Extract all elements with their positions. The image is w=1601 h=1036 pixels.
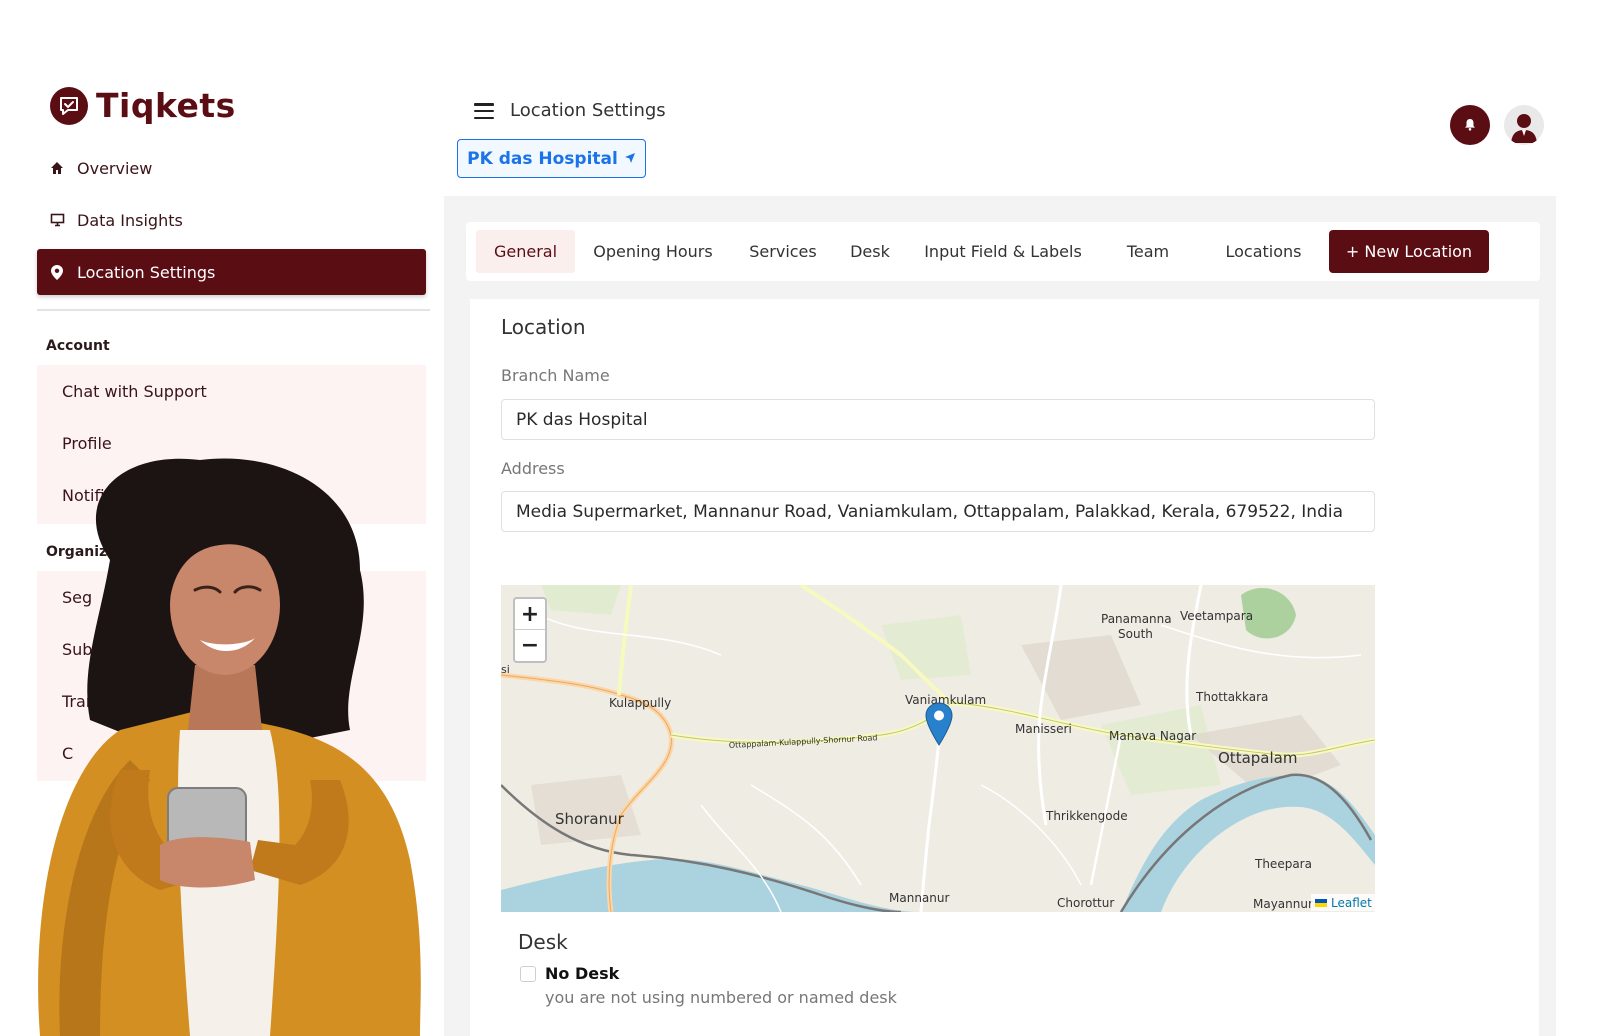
tab-services[interactable]: Services (738, 230, 828, 273)
branch-name-input[interactable] (501, 399, 1375, 440)
map-tiles: PanamannaSouth Veetampara Kulappully Van… (501, 585, 1375, 912)
location-selector-button[interactable]: PK das Hospital (457, 139, 646, 178)
user-avatar[interactable] (1504, 105, 1544, 145)
svg-text:Mayannur: Mayannur (1253, 897, 1313, 911)
app-name: Tiqkets (96, 86, 236, 125)
address-label: Address (501, 459, 565, 478)
sidebar-item-data-insights[interactable]: Data Insights (37, 197, 426, 243)
sidebar-item-location-settings[interactable]: Location Settings (37, 249, 426, 295)
svg-text:Veetampara: Veetampara (1180, 609, 1253, 623)
zoom-in-button[interactable]: + (515, 599, 545, 630)
zoom-out-button[interactable]: − (515, 630, 545, 661)
map-pin-icon (47, 262, 67, 282)
sidebar-item-label: Data Insights (77, 210, 183, 230)
svg-text:South: South (1118, 627, 1153, 641)
address-input[interactable] (501, 491, 1375, 532)
tab-input-field-labels[interactable]: Input Field & Labels (912, 230, 1094, 273)
svg-text:Manisseri: Manisseri (1015, 722, 1072, 736)
woman-with-phone-illustration (38, 458, 421, 1036)
tab-general[interactable]: General (476, 230, 575, 273)
home-icon (47, 158, 67, 178)
location-selector-label: PK das Hospital (467, 148, 618, 169)
monitor-icon (47, 210, 67, 230)
no-desk-label[interactable]: No Desk (545, 964, 619, 983)
new-location-button[interactable]: + New Location (1329, 230, 1489, 273)
svg-text:Panamanna: Panamanna (1101, 612, 1172, 626)
location-section-title: Location (501, 315, 586, 339)
tab-opening-hours[interactable]: Opening Hours (585, 230, 721, 273)
svg-text:Manava Nagar: Manava Nagar (1109, 729, 1196, 743)
chat-ticket-icon (50, 86, 88, 125)
map-marker-icon[interactable] (925, 702, 953, 746)
svg-text:Shoranur: Shoranur (555, 810, 625, 828)
notifications-bell-button[interactable] (1450, 105, 1490, 145)
location-map[interactable]: Panamanna South Veetampara Kulappully Van… (501, 585, 1375, 912)
leaflet-link[interactable]: Leaflet (1331, 896, 1372, 910)
ukraine-flag-icon (1315, 898, 1327, 907)
map-zoom-control: + − (513, 597, 547, 663)
user-silhouette-icon (1511, 114, 1537, 143)
sidebar-item-overview[interactable]: Overview (37, 145, 426, 191)
svg-text:Chorottur: Chorottur (1057, 896, 1114, 910)
bell-icon (1464, 116, 1476, 135)
tab-locations[interactable]: Locations (1212, 230, 1315, 273)
menu-toggle-icon[interactable] (474, 103, 494, 119)
branch-name-label: Branch Name (501, 366, 610, 385)
app-logo[interactable]: Tiqkets (50, 86, 236, 125)
sidebar-item-label: Location Settings (77, 262, 216, 282)
svg-text:Thottakkara: Thottakkara (1195, 690, 1268, 704)
sidebar-item-chat-support[interactable]: Chat with Support (37, 365, 426, 417)
tab-team[interactable]: Team (1112, 230, 1184, 273)
desk-section-title: Desk (518, 930, 568, 954)
svg-text:Mannanur: Mannanur (889, 891, 949, 905)
sidebar-divider (37, 309, 430, 311)
tab-desk[interactable]: Desk (840, 230, 900, 273)
svg-text:Ottapalam: Ottapalam (1218, 749, 1297, 767)
svg-text:Ottappalam-Kulappully-Shornur: Ottappalam-Kulappully-Shornur Road (729, 733, 878, 750)
svg-text:Thrikkengode: Thrikkengode (1045, 809, 1128, 823)
svg-text:si: si (501, 663, 510, 676)
sidebar-item-label: Overview (77, 158, 153, 178)
no-desk-description: you are not using numbered or named desk (545, 988, 897, 1007)
map-attribution[interactable]: Leaflet (1311, 894, 1376, 911)
account-section-title: Account (46, 338, 110, 354)
page-title: Location Settings (510, 100, 666, 121)
no-desk-checkbox[interactable] (520, 966, 536, 982)
navigation-arrow-icon (624, 149, 636, 169)
svg-text:Theepara: Theepara (1254, 857, 1312, 871)
svg-text:Kulappully: Kulappully (609, 696, 671, 710)
